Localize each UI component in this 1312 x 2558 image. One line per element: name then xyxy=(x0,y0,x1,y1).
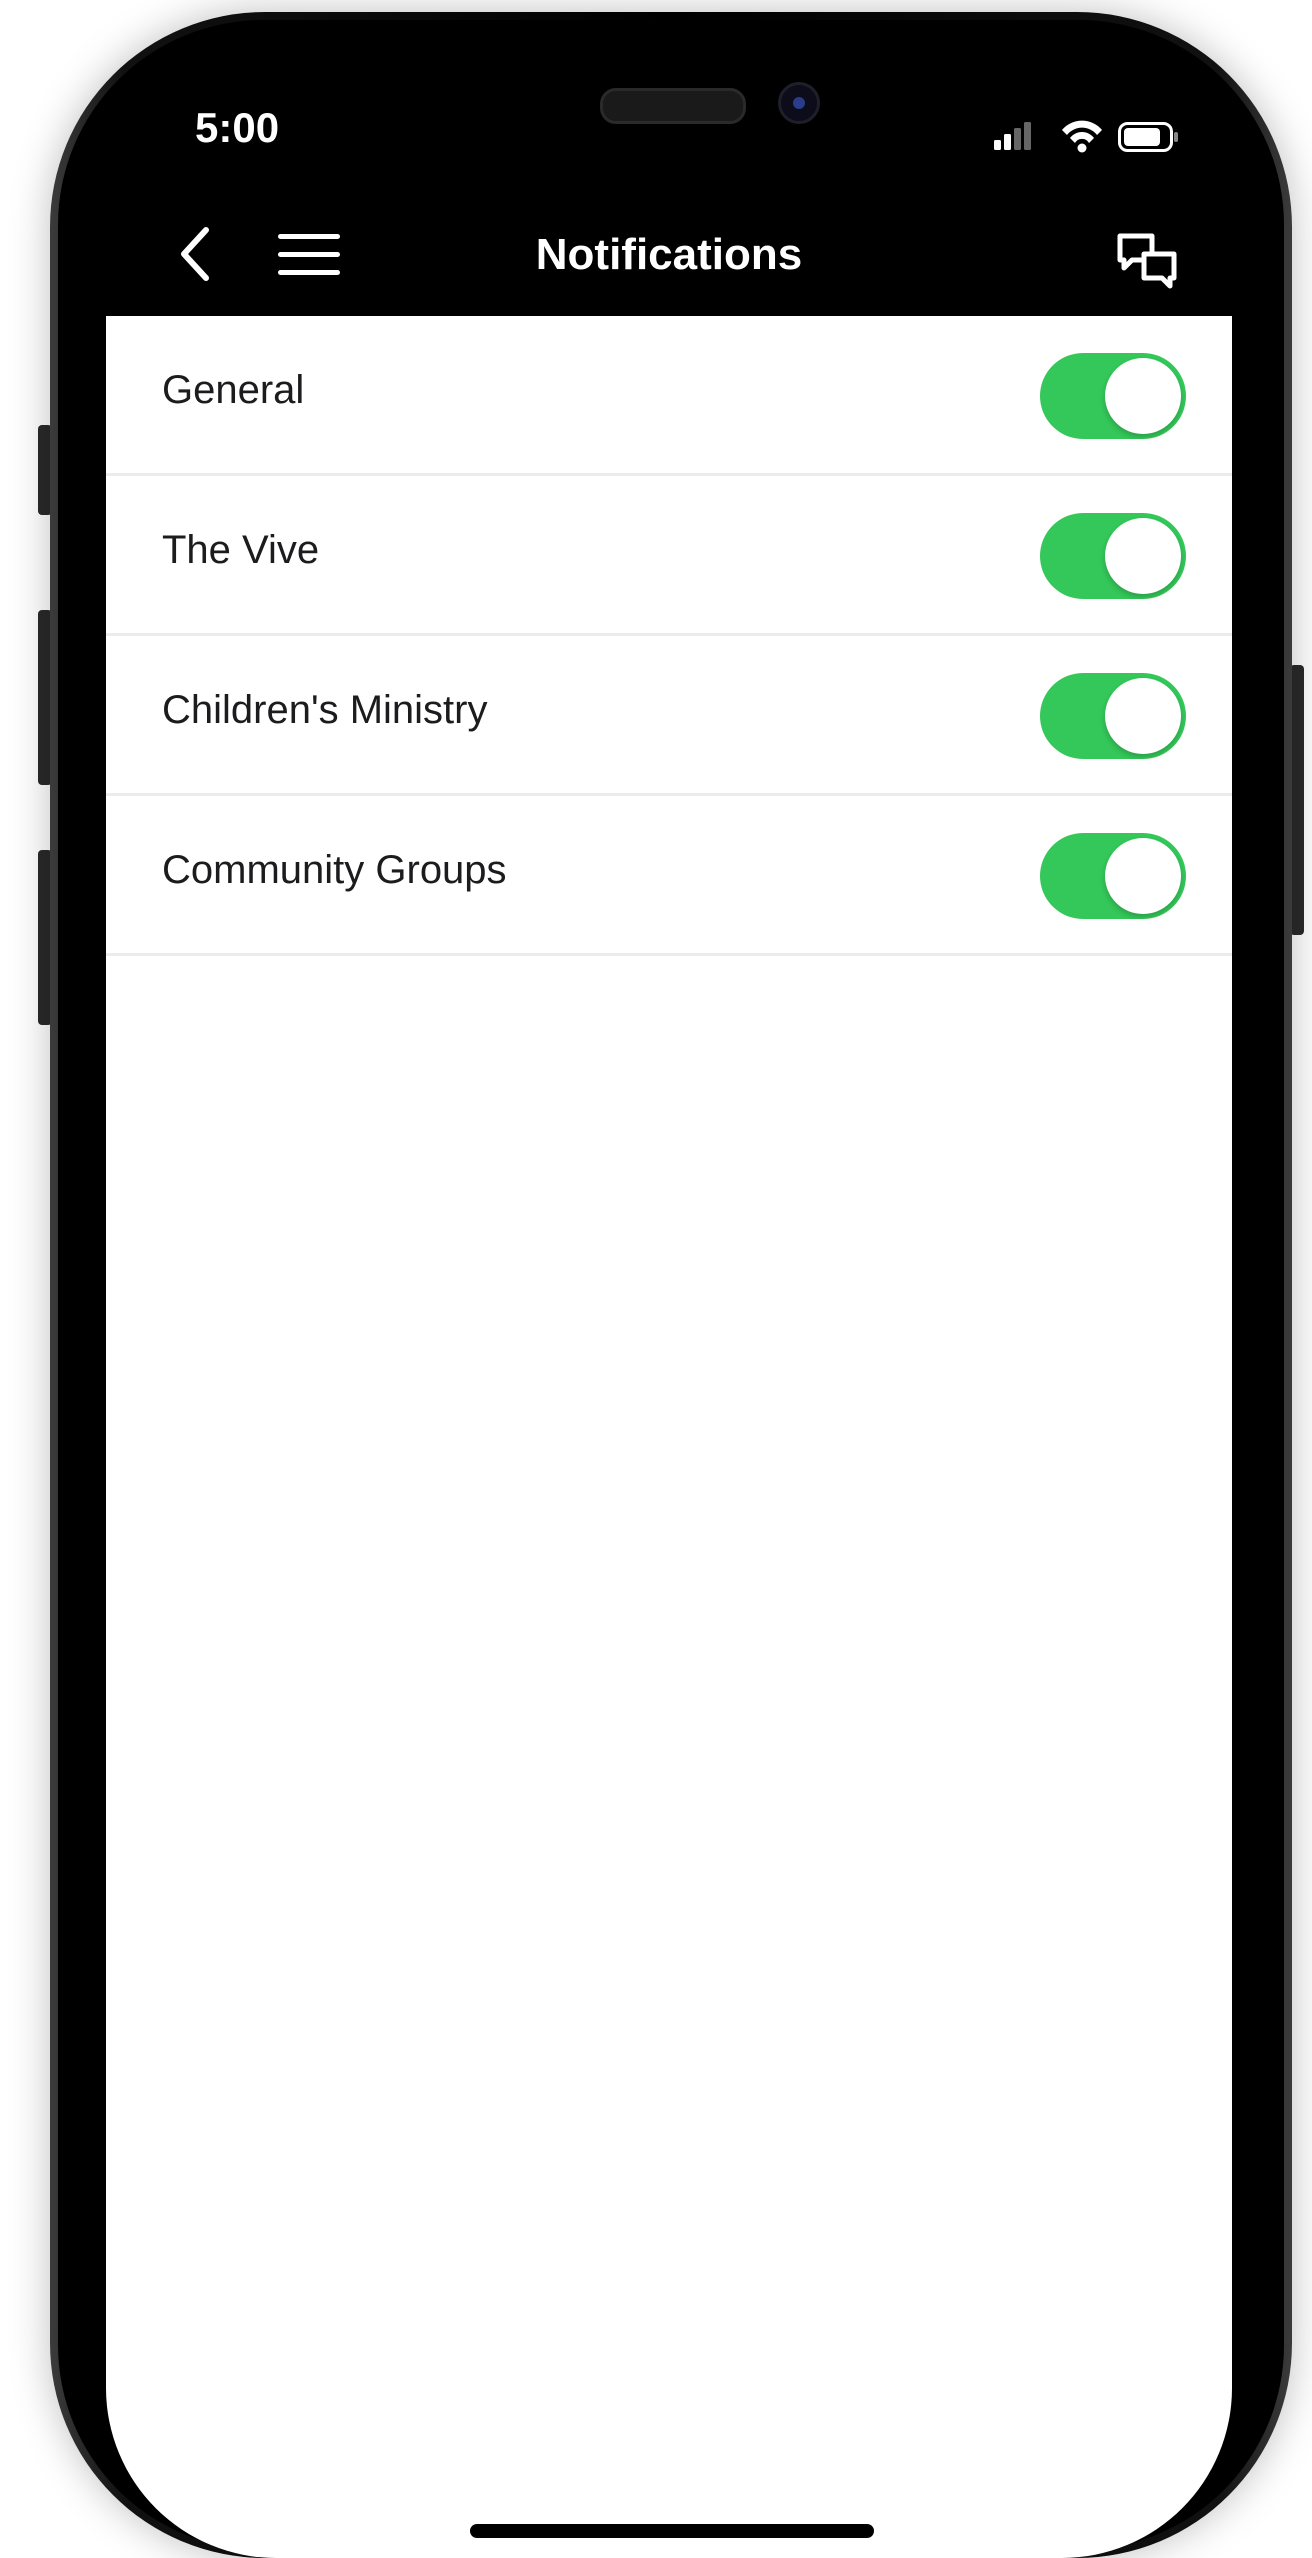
wifi-icon xyxy=(1062,120,1102,153)
power-button xyxy=(1290,665,1304,935)
battery-icon xyxy=(1118,122,1178,152)
toggle-knob xyxy=(1105,678,1181,754)
setting-label: Children's Ministry xyxy=(162,688,488,732)
chat-button[interactable] xyxy=(1116,230,1180,290)
notification-settings-list: General The Vive Children's Ministry Com… xyxy=(106,316,1232,956)
menu-button[interactable] xyxy=(276,230,342,280)
cellular-signal-icon xyxy=(994,122,1031,150)
home-indicator[interactable] xyxy=(470,2524,874,2538)
toggle-knob xyxy=(1105,838,1181,914)
setting-label: The Vive xyxy=(162,528,320,572)
setting-row-general: General xyxy=(106,316,1232,476)
earpiece-speaker xyxy=(600,88,746,124)
toggle-knob xyxy=(1105,518,1181,594)
setting-row-childrens-ministry: Children's Ministry xyxy=(106,636,1232,796)
navigation-bar: Notifications xyxy=(106,200,1232,316)
general-toggle[interactable] xyxy=(1040,353,1186,439)
setting-row-the-vive: The Vive xyxy=(106,476,1232,636)
status-time: 5:00 xyxy=(195,104,280,151)
setting-row-community-groups: Community Groups xyxy=(106,796,1232,956)
setting-label: Community Groups xyxy=(162,848,507,892)
back-button[interactable] xyxy=(168,224,228,284)
community-groups-toggle[interactable] xyxy=(1040,833,1186,919)
page-title: Notifications xyxy=(535,230,803,279)
device-mockup: 5:00 Notifications General The Vive Chil… xyxy=(0,0,1312,2558)
chat-bubbles-icon xyxy=(1117,233,1177,289)
chevron-left-icon xyxy=(181,227,209,281)
the-vive-toggle[interactable] xyxy=(1040,513,1186,599)
status-icons xyxy=(990,116,1190,156)
front-camera xyxy=(778,82,820,124)
childrens-ministry-toggle[interactable] xyxy=(1040,673,1186,759)
setting-label: General xyxy=(162,368,305,412)
notifications-screen: General The Vive Children's Ministry Com… xyxy=(106,316,1232,2558)
toggle-knob xyxy=(1105,358,1181,434)
hamburger-menu-icon xyxy=(278,234,340,275)
